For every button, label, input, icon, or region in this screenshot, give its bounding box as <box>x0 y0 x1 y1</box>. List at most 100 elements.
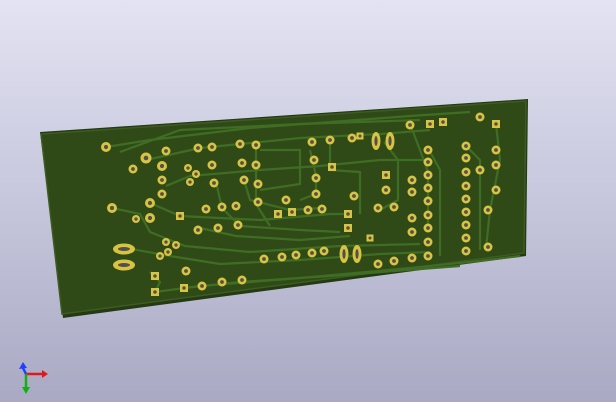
drill-hole <box>284 198 288 202</box>
drill-hole <box>310 251 314 255</box>
drill-hole <box>182 286 186 290</box>
drill-hole <box>486 245 490 249</box>
drill-hole <box>234 204 238 208</box>
drill-hole <box>426 148 430 152</box>
drill-hole <box>410 230 414 234</box>
oval-pad-hole <box>342 249 346 259</box>
drill-hole <box>464 223 468 227</box>
oval-pad-hole <box>388 136 392 146</box>
drill-hole <box>410 256 414 260</box>
drill-hole <box>384 173 388 177</box>
drill-hole <box>159 163 165 169</box>
drill-hole <box>210 163 214 167</box>
drill-hole <box>464 249 468 253</box>
drill-hole <box>494 122 498 126</box>
drill-hole <box>494 148 498 152</box>
drill-hole <box>384 188 388 192</box>
drill-hole <box>358 134 362 138</box>
drill-hole <box>314 192 318 196</box>
drill-hole <box>346 212 350 216</box>
drill-hole <box>200 284 204 288</box>
drill-hole <box>464 144 468 148</box>
drill-hole <box>290 210 294 214</box>
drill-hole <box>184 269 188 273</box>
drill-hole <box>220 280 224 284</box>
drill-hole <box>478 115 482 119</box>
drill-hole <box>426 160 430 164</box>
drill-hole <box>240 161 244 165</box>
y-axis-arrow <box>22 387 30 394</box>
drill-hole <box>143 155 149 161</box>
drill-hole <box>322 249 326 253</box>
drill-hole <box>280 255 284 259</box>
drill-hole <box>410 190 414 194</box>
axes-gizmo <box>19 362 48 394</box>
drill-hole <box>328 138 332 142</box>
drill-hole <box>376 206 380 210</box>
drill-hole <box>426 226 430 230</box>
drill-hole <box>188 180 192 184</box>
drill-hole <box>109 205 115 211</box>
drill-hole <box>426 199 430 203</box>
drill-hole <box>410 216 414 220</box>
drill-hole <box>147 200 153 206</box>
drill-hole <box>306 208 310 212</box>
z-axis-line <box>21 367 28 375</box>
drill-hole <box>464 210 468 214</box>
drill-hole <box>236 223 240 227</box>
drill-hole <box>464 197 468 201</box>
drill-hole <box>131 167 135 171</box>
drill-hole <box>392 205 396 209</box>
3d-viewport[interactable] <box>0 0 616 402</box>
pcb-3d-scene[interactable] <box>0 0 616 402</box>
drill-hole <box>314 176 318 180</box>
x-axis-arrow <box>42 370 48 378</box>
drill-hole <box>262 257 266 261</box>
drill-hole <box>103 144 109 150</box>
drill-hole <box>134 217 138 221</box>
drill-hole <box>164 240 168 244</box>
drill-hole <box>426 186 430 190</box>
drill-hole <box>330 165 334 169</box>
drill-hole <box>160 192 164 196</box>
drill-hole <box>212 181 216 185</box>
drill-hole <box>426 254 430 258</box>
drill-hole <box>196 228 200 232</box>
drill-hole <box>238 142 242 146</box>
drill-hole <box>346 226 350 230</box>
drill-hole <box>392 259 396 263</box>
drill-hole <box>426 173 430 177</box>
drill-hole <box>240 278 244 282</box>
drill-hole <box>312 158 316 162</box>
drill-hole <box>242 178 246 182</box>
drill-hole <box>256 182 260 186</box>
xyz-axes-icon <box>19 362 48 394</box>
drill-hole <box>320 207 324 211</box>
z-axis-arrow <box>19 362 27 369</box>
drill-hole <box>410 178 414 182</box>
drill-hole <box>178 214 182 218</box>
drill-hole <box>220 205 224 209</box>
drill-hole <box>352 194 356 198</box>
drill-hole <box>186 166 190 170</box>
drill-hole <box>486 208 490 212</box>
drill-hole <box>276 212 280 216</box>
drill-hole <box>368 236 372 240</box>
drill-hole <box>196 146 200 150</box>
drill-hole <box>254 143 258 147</box>
drill-hole <box>494 188 498 192</box>
drill-hole <box>158 254 162 258</box>
drill-hole <box>153 290 157 294</box>
drill-hole <box>464 236 468 240</box>
drill-hole <box>428 122 432 126</box>
drill-hole <box>464 156 468 160</box>
drill-hole <box>194 172 198 176</box>
drill-hole <box>350 136 354 140</box>
oval-pad-hole <box>118 263 130 267</box>
drill-hole <box>310 140 314 144</box>
drill-hole <box>204 207 208 211</box>
drill-hole <box>376 262 380 266</box>
drill-hole <box>426 240 430 244</box>
drill-hole <box>441 120 445 124</box>
drill-hole <box>478 168 482 172</box>
